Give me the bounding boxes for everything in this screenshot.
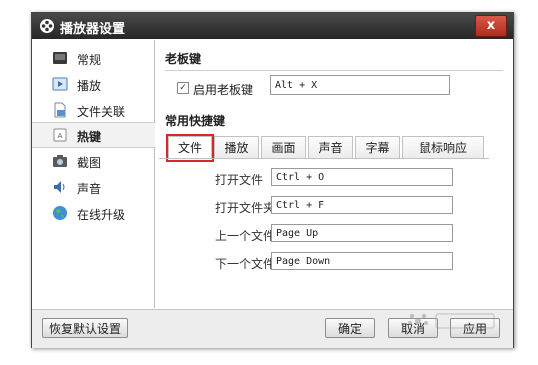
sidebar-item-file-association[interactable]: 文件关联 [32, 98, 154, 122]
boss-key-field[interactable]: Alt + X [270, 75, 450, 95]
sidebar-item-screenshot[interactable]: 截图 [32, 149, 154, 173]
sidebar-item-label: 截图 [77, 156, 102, 170]
globe-icon [53, 206, 67, 220]
shortcut-field[interactable]: Page Down [271, 252, 453, 270]
shortcut-field[interactable]: Page Up [271, 224, 453, 242]
shortcut-label: 上一个文件 [215, 229, 276, 243]
sidebar-item-label: 热键 [77, 130, 102, 144]
speaker-icon [54, 181, 65, 193]
tab-subtitle[interactable]: 字幕 [355, 136, 400, 158]
sidebar-item-play[interactable]: 播放 [32, 72, 154, 96]
sidebar-item-general[interactable]: 常规 [32, 46, 154, 70]
shortcuts-title: 常用快捷键 [165, 114, 226, 128]
boss-key-title: 老板键 [165, 52, 202, 66]
close-button[interactable]: x [475, 15, 507, 37]
title-bar[interactable]: 播放器设置 x [32, 13, 513, 39]
shortcut-label: 下一个文件 [215, 257, 276, 271]
ok-button[interactable]: 确定 [325, 318, 375, 338]
shortcut-tabs: 文件 播放 画面 声音 字幕 鼠标响应 [159, 136, 485, 159]
sidebar-item-label: 文件关联 [77, 105, 126, 119]
shortcut-label: 打开文件 [215, 173, 264, 187]
file-association-icon [54, 102, 66, 118]
tab-video[interactable]: 画面 [261, 136, 306, 158]
sidebar-item-label: 在线升级 [77, 208, 126, 222]
boss-key-checkbox-label: 启用老板键 [193, 83, 254, 97]
settings-sidebar: 常规 播放 文件关联 A 热键 截图 声音 在线升级 [32, 40, 156, 308]
tab-mouse[interactable]: 鼠标响应 [402, 136, 484, 158]
sidebar-item-sound[interactable]: 声音 [32, 175, 154, 199]
svg-text:A: A [58, 132, 63, 140]
sidebar-item-label: 播放 [77, 79, 102, 93]
divider [165, 70, 503, 71]
camera-icon [53, 155, 67, 167]
tab-play[interactable]: 播放 [214, 136, 259, 158]
restore-defaults-button[interactable]: 恢复默认设置 [42, 318, 128, 338]
sidebar-item-online-upgrade[interactable]: 在线升级 [32, 201, 154, 225]
film-reel-icon [40, 19, 54, 33]
file-shortcuts-panel: 打开文件 Ctrl + O 打开文件夹 Ctrl + F 上一个文件 Page … [159, 158, 489, 299]
shortcut-field[interactable]: Ctrl + O [271, 168, 453, 186]
settings-content: 老板键 ✓ 启用老板键 Alt + X 常用快捷键 文件 播放 画面 声音 字幕… [155, 40, 513, 308]
sidebar-item-label: 声音 [77, 182, 102, 196]
shortcut-field[interactable]: Ctrl + F [271, 196, 453, 214]
tab-sound[interactable]: 声音 [308, 136, 353, 158]
boss-key-checkbox[interactable]: ✓ [177, 82, 189, 94]
play-icon [52, 77, 68, 91]
watermark-logo [408, 313, 495, 329]
shortcut-label: 打开文件夹 [215, 201, 276, 215]
tab-file[interactable]: 文件 [168, 136, 212, 158]
sidebar-item-hotkey[interactable]: A 热键 [32, 122, 156, 148]
general-icon [53, 52, 67, 64]
window-title: 播放器设置 [60, 22, 126, 37]
sidebar-item-label: 常规 [77, 53, 102, 67]
settings-dialog: 播放器设置 x 常规 播放 文件关联 A 热键 截图 声音 在线升级 老板键 ✓… [31, 12, 514, 348]
hotkey-icon: A [53, 128, 67, 142]
